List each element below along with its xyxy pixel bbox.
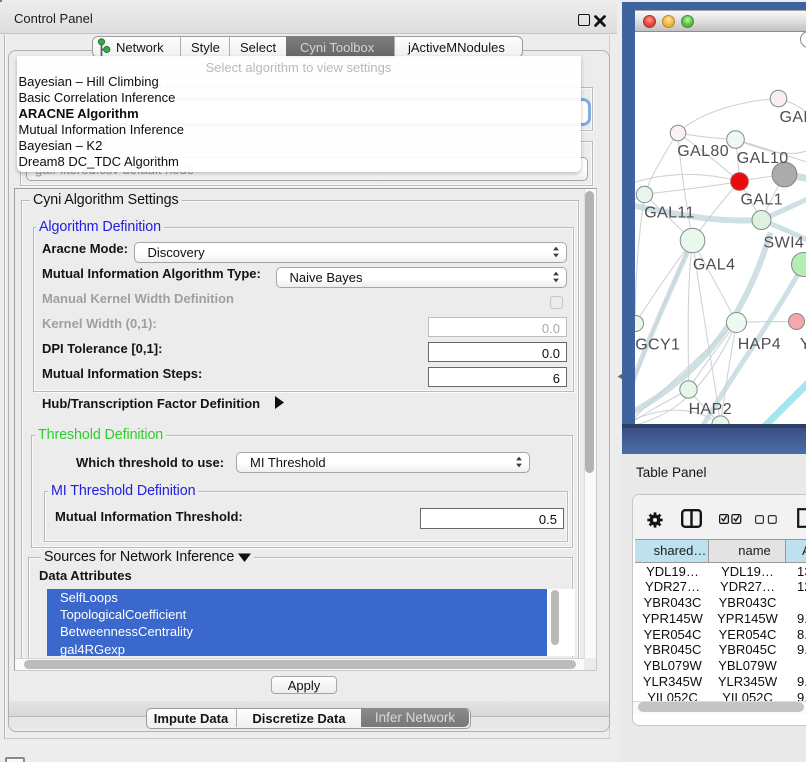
svg-text:GAL4: GAL4 <box>692 256 735 273</box>
svg-text:HAP4: HAP4 <box>737 335 780 352</box>
svg-text:GAL7: GAL7 <box>779 109 806 126</box>
svg-text:GAL80: GAL80 <box>677 143 729 160</box>
svg-text:GAL11: GAL11 <box>644 204 695 221</box>
svg-text:GCY1: GCY1 <box>635 336 680 353</box>
svg-text:Y: Y <box>799 335 806 352</box>
svg-text:GAL10: GAL10 <box>736 150 788 167</box>
svg-text:GAL1: GAL1 <box>740 191 783 208</box>
svg-text:HAP2: HAP2 <box>688 400 731 417</box>
svg-text:SWI4: SWI4 <box>763 234 804 251</box>
